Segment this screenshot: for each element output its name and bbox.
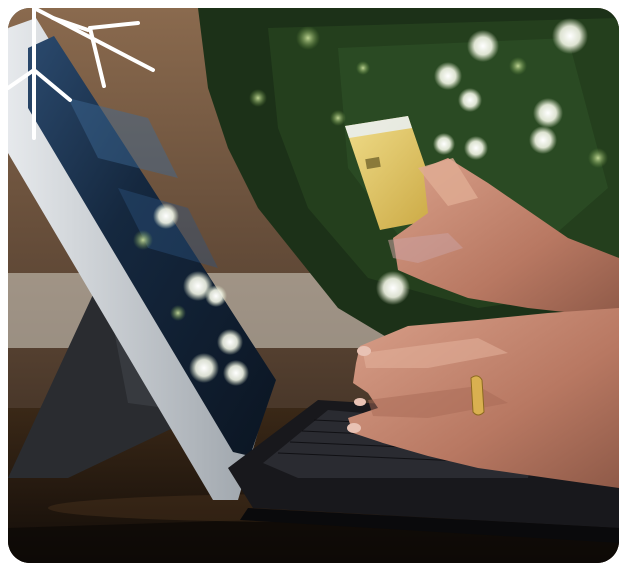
photo-scene bbox=[8, 8, 619, 563]
photo-frame bbox=[8, 8, 619, 563]
wedding-ring bbox=[470, 375, 485, 416]
